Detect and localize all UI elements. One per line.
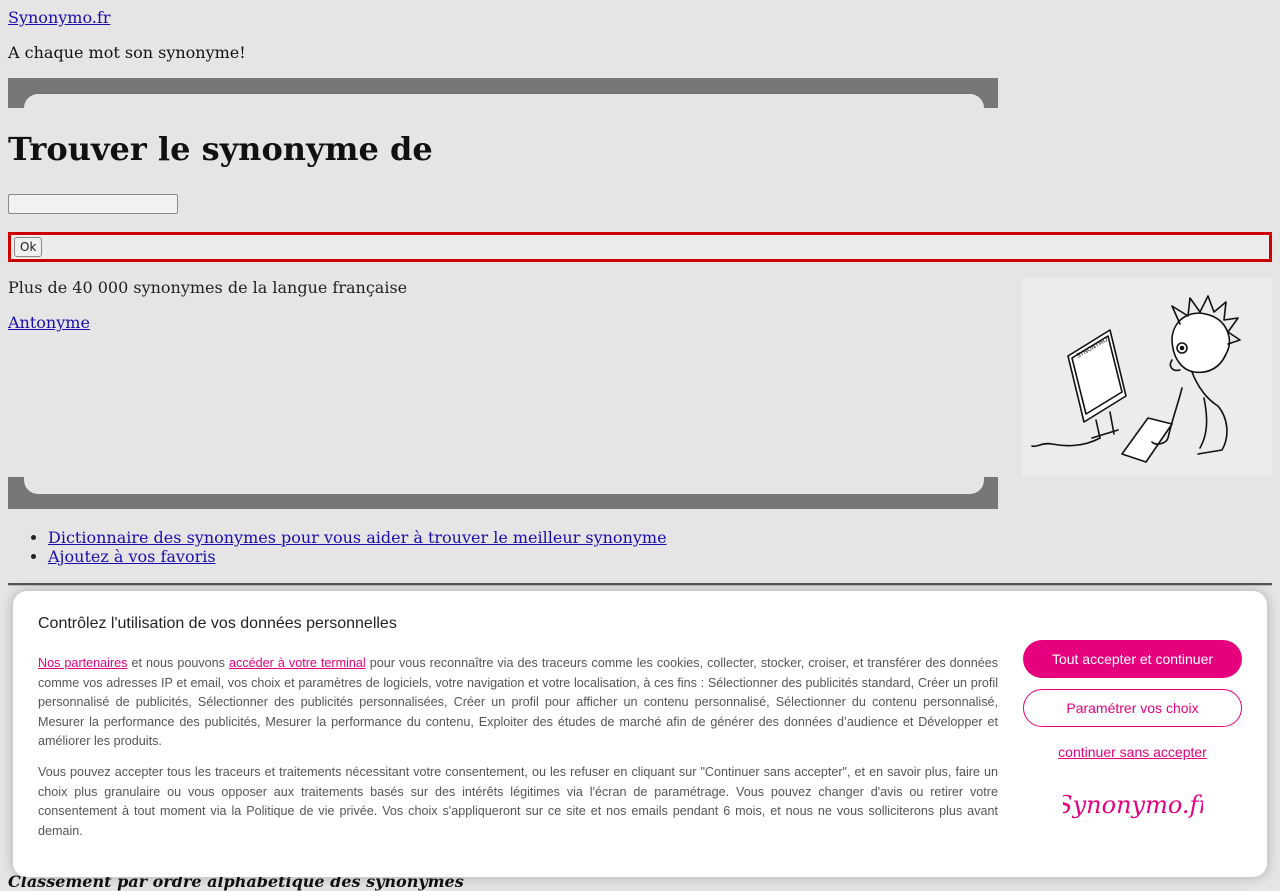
consent-paragraph-purposes: Nos partenaires et nous pouvons accéder …	[38, 654, 998, 752]
page-title: Trouver le synonyme de	[8, 130, 433, 168]
configure-choices-button[interactable]: Paramétrer vos choix	[1023, 689, 1242, 727]
nav-link-dictionnaire[interactable]: Dictionnaire des synonymes pour vous aid…	[48, 528, 667, 547]
synonymo-logo: Synonymo.fr	[1063, 791, 1203, 819]
divider	[8, 583, 1272, 586]
partners-link[interactable]: Nos partenaires	[38, 656, 127, 670]
consent-text-a: et nous pouvons	[127, 656, 230, 670]
search-submit-row: Ok	[8, 232, 1272, 262]
continue-without-accepting-link[interactable]: continuer sans accepter	[1023, 744, 1242, 760]
site-home-link[interactable]: Synonymo.fr	[8, 8, 110, 27]
accept-all-button[interactable]: Tout accepter et continuer	[1023, 640, 1242, 678]
ok-button[interactable]: Ok	[14, 237, 43, 257]
nav-link-favoris[interactable]: Ajoutez à vos favoris	[48, 547, 216, 566]
terminal-access-link[interactable]: accéder à votre terminal	[229, 656, 366, 670]
consent-title: Contrôlez l'utilisation de vos données p…	[38, 615, 397, 632]
consent-dialog: Contrôlez l'utilisation de vos données p…	[13, 591, 1267, 877]
antonyme-link[interactable]: Antonyme	[8, 313, 90, 332]
search-input[interactable]	[8, 194, 178, 214]
content-panel-top-corner	[24, 94, 984, 114]
nav-item: Dictionnaire des synonymes pour vous aid…	[48, 528, 667, 547]
site-tagline: A chaque mot son synonyme!	[8, 43, 246, 62]
synonymo-cartoon-illustration: SYNONYMO	[1022, 278, 1272, 476]
synonymo-logo-text: Synonymo.fr	[1063, 791, 1203, 819]
nav-list: Dictionnaire des synonymes pour vous aid…	[8, 528, 667, 566]
content-panel-bottom-corner	[24, 477, 984, 494]
consent-paragraph-choices: Vous pouvez accepter tous les traceurs e…	[38, 765, 998, 838]
nav-item: Ajoutez à vos favoris	[48, 547, 667, 566]
site-subtitle: Plus de 40 000 synonymes de la langue fr…	[8, 278, 408, 297]
